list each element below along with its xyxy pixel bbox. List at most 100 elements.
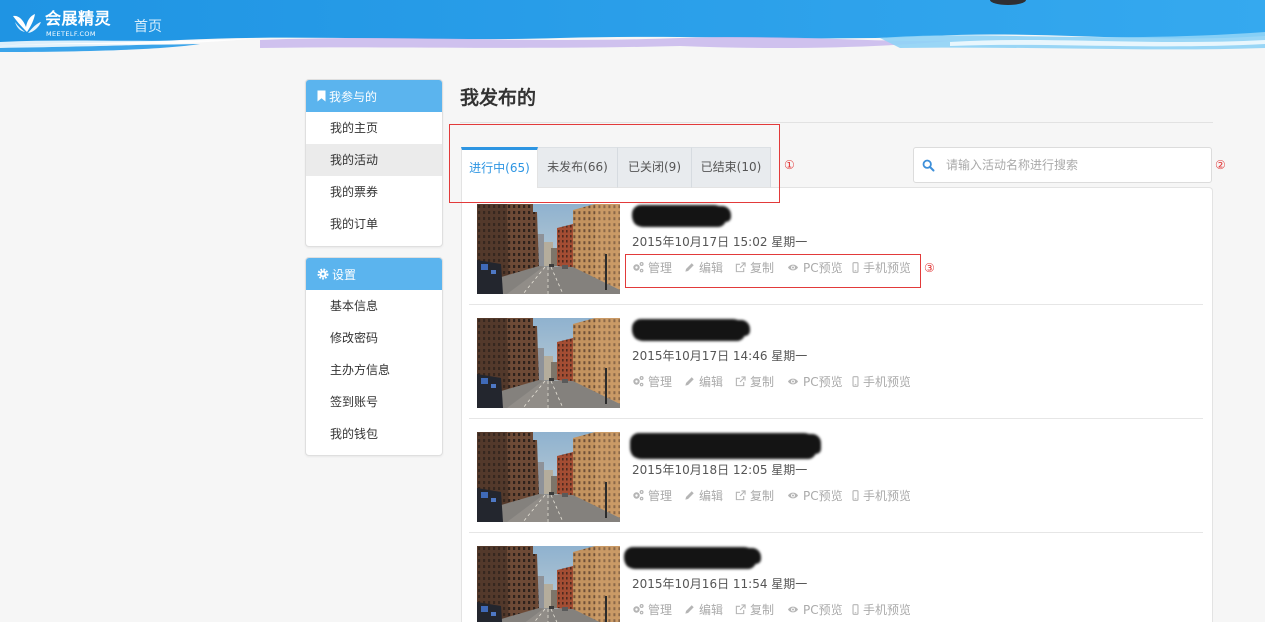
sidebar-item-my-orders[interactable]: 我的订单 xyxy=(306,208,442,240)
copy-button[interactable]: 复制 xyxy=(735,486,787,504)
sidebar-settings-header: 设置 xyxy=(306,258,442,290)
activity-list-item: 2015年10月17日 14:46 星期一 管理 编辑 复制 PC预览 手机预览 xyxy=(469,305,1203,419)
pc-preview-label: PC预览 xyxy=(803,602,843,617)
mobile-preview-label: 手机预览 xyxy=(863,374,910,389)
copy-label: 复制 xyxy=(750,488,775,503)
edit-label: 编辑 xyxy=(699,260,724,275)
activity-actions: 管理 编辑 复制 PC预览 手机预览 xyxy=(632,486,1203,504)
activity-cover-image[interactable] xyxy=(477,204,620,294)
tab-closed[interactable]: 已关闭(9) xyxy=(618,147,692,188)
edit-button[interactable]: 编辑 xyxy=(684,258,735,276)
edit-button[interactable]: 编辑 xyxy=(684,486,735,504)
mobile-preview-button[interactable]: 手机预览 xyxy=(852,258,910,276)
copy-button[interactable]: 复制 xyxy=(735,372,787,390)
manage-button[interactable]: 管理 xyxy=(632,600,684,618)
search-input[interactable] xyxy=(914,148,1211,182)
mobile-preview-button[interactable]: 手机预览 xyxy=(852,600,910,618)
redaction-blob xyxy=(632,319,745,341)
manage-label: 管理 xyxy=(648,488,673,503)
sidebar-item-basic-info[interactable]: 基本信息 xyxy=(306,290,442,322)
pc-preview-button[interactable]: PC预览 xyxy=(787,258,852,276)
pencil-icon xyxy=(685,604,694,614)
manage-label: 管理 xyxy=(648,260,673,275)
manage-button[interactable]: 管理 xyxy=(632,372,684,390)
header-wave-background xyxy=(0,0,1265,55)
copy-button[interactable]: 复制 xyxy=(735,258,787,276)
gears-icon xyxy=(633,376,644,387)
sidebar-item-my-activities[interactable]: 我的活动 xyxy=(306,144,442,176)
activity-cover-image[interactable] xyxy=(477,432,620,522)
external-link-icon xyxy=(735,375,746,386)
manage-button[interactable]: 管理 xyxy=(632,258,684,276)
sidebar-item-my-tickets[interactable]: 我的票券 xyxy=(306,176,442,208)
copy-label: 复制 xyxy=(750,374,775,389)
edit-label: 编辑 xyxy=(699,374,724,389)
street-photo-image xyxy=(477,432,620,522)
activity-actions: 管理 编辑 复制 PC预览 手机预览 xyxy=(632,600,1203,618)
bookmark-icon xyxy=(317,90,326,102)
sidebar-item-my-wallet[interactable]: 我的钱包 xyxy=(306,418,442,450)
pc-preview-label: PC预览 xyxy=(803,488,843,503)
tab-ended[interactable]: 已结束(10) xyxy=(692,147,771,188)
sidebar-settings-title: 设置 xyxy=(332,267,357,282)
manage-label: 管理 xyxy=(648,602,673,617)
logo-subtext: MEETELF.COM xyxy=(46,30,96,38)
tab-in-progress[interactable]: 进行中(65) xyxy=(461,147,538,188)
site-logo[interactable]: 会展精灵 MEETELF.COM xyxy=(10,8,122,40)
activity-title-redacted[interactable] xyxy=(630,432,1203,459)
activity-cover-image[interactable] xyxy=(477,546,620,622)
tab-unpublished[interactable]: 未发布(66) xyxy=(538,147,618,188)
external-link-icon xyxy=(735,489,746,500)
eye-icon xyxy=(787,606,799,612)
logo-text: 会展精灵 xyxy=(45,9,112,28)
sidebar: 我参与的 我的主页 我的活动 我的票券 我的订单 设置 基本信息 修改密码 主办… xyxy=(305,79,443,456)
gears-icon xyxy=(633,490,644,501)
edit-button[interactable]: 编辑 xyxy=(684,372,735,390)
pencil-icon xyxy=(685,376,694,386)
activity-title-redacted[interactable] xyxy=(624,546,1203,569)
activity-details: 2015年10月16日 11:54 星期一 管理 编辑 复制 PC预览 手机预览 xyxy=(624,546,1203,622)
activity-title-redacted[interactable] xyxy=(632,318,1203,341)
pc-preview-button[interactable]: PC预览 xyxy=(787,486,852,504)
sidebar-participated-header: 我参与的 xyxy=(306,80,442,112)
redaction-blob xyxy=(630,433,816,459)
sidebar-settings-panel: 设置 基本信息 修改密码 主办方信息 签到账号 我的钱包 xyxy=(305,257,443,456)
activity-list-item: 2015年10月16日 11:54 星期一 管理 编辑 复制 PC预览 手机预览 xyxy=(469,533,1203,622)
copy-label: 复制 xyxy=(750,260,775,275)
sidebar-item-organizer-info[interactable]: 主办方信息 xyxy=(306,354,442,386)
mobile-preview-button[interactable]: 手机预览 xyxy=(852,486,910,504)
manage-button[interactable]: 管理 xyxy=(632,486,684,504)
street-photo-image xyxy=(477,318,620,408)
nav-home-link[interactable]: 首页 xyxy=(134,18,162,36)
eye-icon xyxy=(787,492,799,498)
activity-title-redacted[interactable] xyxy=(632,204,1203,227)
mobile-preview-label: 手机预览 xyxy=(863,260,910,275)
redaction-blob xyxy=(632,205,726,227)
top-header: 会展精灵 MEETELF.COM 首页 xyxy=(0,0,1265,55)
mobile-preview-button[interactable]: 手机预览 xyxy=(852,372,910,390)
copy-button[interactable]: 复制 xyxy=(735,600,787,618)
activity-details: 2015年10月17日 14:46 星期一 管理 编辑 复制 PC预览 手机预览 xyxy=(632,318,1203,418)
mobile-icon xyxy=(852,603,859,615)
activity-list-panel: 2015年10月17日 15:02 星期一 管理 编辑 复制 PC预览 手机预览… xyxy=(461,187,1213,622)
activity-list-item: 2015年10月18日 12:05 星期一 管理 编辑 复制 PC预览 手机预览 xyxy=(469,419,1203,533)
activity-actions: 管理 编辑 复制 PC预览 手机预览 xyxy=(632,372,1203,390)
sidebar-item-checkin-accounts[interactable]: 签到账号 xyxy=(306,386,442,418)
activity-date: 2015年10月16日 11:54 星期一 xyxy=(632,577,808,591)
sidebar-participated-panel: 我参与的 我的主页 我的活动 我的票券 我的订单 xyxy=(305,79,443,247)
pc-preview-label: PC预览 xyxy=(803,260,843,275)
redaction-blob xyxy=(624,547,756,569)
copy-label: 复制 xyxy=(750,602,775,617)
mobile-icon xyxy=(852,261,859,273)
edit-button[interactable]: 编辑 xyxy=(684,600,735,618)
pc-preview-button[interactable]: PC预览 xyxy=(787,372,852,390)
activity-list: 2015年10月17日 15:02 星期一 管理 编辑 复制 PC预览 手机预览… xyxy=(469,191,1203,622)
activity-status-tabs: 进行中(65) 未发布(66) 已关闭(9) 已结束(10) xyxy=(461,147,771,188)
eye-icon xyxy=(787,378,799,384)
activity-cover-image[interactable] xyxy=(477,318,620,408)
sidebar-item-my-home[interactable]: 我的主页 xyxy=(306,112,442,144)
sidebar-item-change-password[interactable]: 修改密码 xyxy=(306,322,442,354)
pc-preview-button[interactable]: PC预览 xyxy=(787,600,852,618)
gear-icon xyxy=(317,268,329,280)
annotation-marker-2: ② xyxy=(1215,158,1226,172)
